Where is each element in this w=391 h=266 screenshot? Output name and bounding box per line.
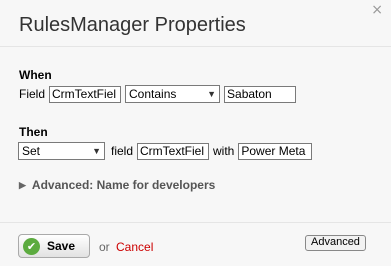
when-row: Field CrmTextFiel Contains ▼ Sabaton (19, 85, 297, 103)
action-select[interactable]: Set ▼ (18, 142, 105, 160)
when-label: When (19, 68, 52, 82)
field-prefix-label: Field (19, 87, 46, 101)
title-divider (0, 46, 391, 47)
save-button[interactable]: ✔ Save (18, 234, 90, 258)
triangle-right-icon: ▶ (19, 179, 26, 190)
operator-select[interactable]: Contains ▼ (125, 85, 221, 103)
advanced-button[interactable]: Advanced (305, 235, 366, 251)
match-value-input[interactable]: Sabaton (224, 85, 297, 103)
cancel-link[interactable]: Cancel (116, 240, 153, 254)
advanced-section-label: Advanced: Name for developers (31, 178, 216, 192)
dialog-title: RulesManager Properties (19, 14, 246, 36)
chevron-down-icon: ▼ (207, 89, 217, 99)
save-label: Save (47, 239, 76, 253)
check-icon: ✔ (23, 237, 40, 255)
field-word-label: field (111, 144, 134, 158)
properties-dialog: × RulesManager Properties When Field Crm… (0, 0, 391, 266)
when-field-input[interactable]: CrmTextFiel (49, 85, 122, 103)
footer-divider (0, 222, 391, 223)
advanced-section-toggle[interactable]: ▶ Advanced: Name for developers (19, 178, 215, 192)
close-icon[interactable]: × (371, 2, 383, 18)
operator-value: Contains (129, 87, 177, 101)
then-row: Set ▼ field CrmTextFiel with Power Meta (18, 142, 313, 160)
then-label: Then (19, 125, 48, 139)
or-text: or (99, 240, 110, 254)
action-value: Set (22, 144, 41, 158)
set-value-input[interactable]: Power Meta (238, 142, 313, 160)
chevron-down-icon: ▼ (92, 146, 101, 156)
with-word-label: with (213, 144, 235, 158)
target-field-input[interactable]: CrmTextFiel (137, 142, 210, 160)
